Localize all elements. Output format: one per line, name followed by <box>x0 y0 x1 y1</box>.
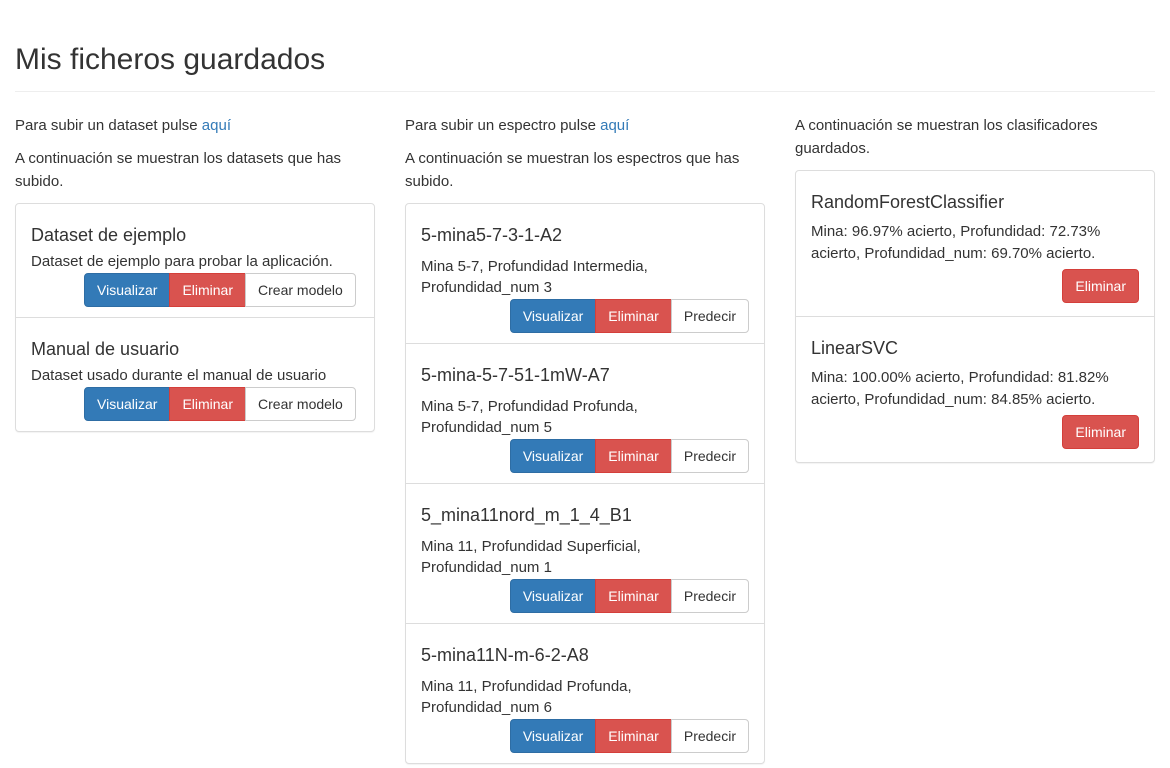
datasets-upload-text: Para subir un dataset pulse aquí <box>15 114 375 137</box>
spectra-upload-label: Para subir un espectro pulse <box>405 117 601 134</box>
datasets-upload-label: Para subir un dataset pulse <box>15 117 202 134</box>
visualize-button[interactable]: Visualizar <box>84 273 171 307</box>
spectrum-description: Mina 11, Profundidad Superficial, Profun… <box>421 538 641 576</box>
spectrum-title: 5-mina5-7-3-1-A2 <box>421 225 563 245</box>
delete-button[interactable]: Eliminar <box>595 299 672 333</box>
dataset-item: Manual de usuario Dataset usado durante … <box>16 317 374 431</box>
dataset-item: Dataset de ejemplo Dataset de ejemplo pa… <box>16 204 374 317</box>
delete-button[interactable]: Eliminar <box>1062 269 1139 303</box>
datasets-upload-link[interactable]: aquí <box>202 117 231 134</box>
page-title: Mis ficheros guardados <box>15 43 326 76</box>
classifier-item: RandomForestClassifier Mina: 96.97% acie… <box>796 171 1154 316</box>
spectrum-title: 5-mina-5-7-51-1mW-A7 <box>421 365 610 385</box>
spectra-intro: A continuación se muestran los espectros… <box>405 150 740 190</box>
spectrum-description: Mina 5-7, Profundidad Profunda, Profundi… <box>421 398 638 436</box>
predict-button[interactable]: Predecir <box>670 719 749 753</box>
delete-button[interactable]: Eliminar <box>169 387 247 421</box>
visualize-button[interactable]: Visualizar <box>509 299 597 333</box>
datasets-panel: Dataset de ejemplo Dataset de ejemplo pa… <box>15 203 375 432</box>
spectrum-description: Mina 11, Profundidad Profunda, Profundid… <box>421 678 632 716</box>
spectrum-title: 5_mina11nord_m_1_4_B1 <box>421 505 632 525</box>
classifier-description: Mina: 100.00% acierto, Profundidad: 81.8… <box>811 369 1109 408</box>
dataset-description: Dataset de ejemplo para probar la aplica… <box>31 253 333 270</box>
dataset-title: Dataset de ejemplo <box>31 225 187 245</box>
spectrum-description: Mina 5-7, Profundidad Intermedia, Profun… <box>421 258 648 296</box>
spectrum-item: 5-mina-5-7-51-1mW-A7 Mina 5-7, Profundid… <box>406 343 764 483</box>
dataset-description: Dataset usado durante el manual de usuar… <box>31 367 327 384</box>
classifier-description: Mina: 96.97% acierto, Profundidad: 72.73… <box>811 223 1101 262</box>
spectrum-item: 5-mina5-7-3-1-A2 Mina 5-7, Profundidad I… <box>406 204 764 343</box>
spectra-upload-text: Para subir un espectro pulse aquí <box>405 114 765 137</box>
visualize-button[interactable]: Visualizar <box>509 719 597 753</box>
visualize-button[interactable]: Visualizar <box>84 387 171 421</box>
spectrum-title: 5-mina11N-m-6-2-A8 <box>421 645 589 665</box>
create-model-button[interactable]: Crear modelo <box>245 387 356 421</box>
delete-button[interactable]: Eliminar <box>595 579 672 613</box>
spectra-column: Para subir un espectro pulse aquí A cont… <box>405 114 765 764</box>
classifier-title: LinearSVC <box>811 338 899 358</box>
delete-button[interactable]: Eliminar <box>595 439 672 473</box>
classifiers-intro: A continuación se muestran los clasifica… <box>795 117 1098 157</box>
title-divider <box>15 91 1155 92</box>
dataset-actions: Visualizar Eliminar Crear modelo <box>31 273 359 307</box>
spectrum-actions: Visualizar Eliminar Predecir <box>421 579 749 613</box>
visualize-button[interactable]: Visualizar <box>509 439 597 473</box>
predict-button[interactable]: Predecir <box>670 579 749 613</box>
spectrum-item: 5-mina11N-m-6-2-A8 Mina 11, Profundidad … <box>406 623 764 763</box>
spectra-upload-link[interactable]: aquí <box>600 117 629 134</box>
classifiers-panel: RandomForestClassifier Mina: 96.97% acie… <box>795 170 1155 463</box>
classifier-item: LinearSVC Mina: 100.00% acierto, Profund… <box>796 316 1154 462</box>
delete-button[interactable]: Eliminar <box>1062 415 1139 449</box>
delete-button[interactable]: Eliminar <box>595 719 672 753</box>
predict-button[interactable]: Predecir <box>670 299 749 333</box>
spectrum-actions: Visualizar Eliminar Predecir <box>421 299 749 333</box>
classifier-title: RandomForestClassifier <box>811 192 1005 212</box>
datasets-column: Para subir un dataset pulse aquí A conti… <box>15 114 375 432</box>
spectrum-item: 5_mina11nord_m_1_4_B1 Mina 11, Profundid… <box>406 483 764 623</box>
classifier-actions: Eliminar <box>811 415 1139 449</box>
create-model-button[interactable]: Crear modelo <box>245 273 356 307</box>
classifier-actions: Eliminar <box>811 269 1139 303</box>
classifiers-column: A continuación se muestran los clasifica… <box>795 114 1155 463</box>
dataset-title: Manual de usuario <box>31 339 180 359</box>
datasets-intro: A continuación se muestran los datasets … <box>15 150 342 190</box>
spectrum-actions: Visualizar Eliminar Predecir <box>421 719 749 753</box>
spectra-panel: 5-mina5-7-3-1-A2 Mina 5-7, Profundidad I… <box>405 203 765 764</box>
visualize-button[interactable]: Visualizar <box>509 579 597 613</box>
predict-button[interactable]: Predecir <box>670 439 749 473</box>
spectrum-actions: Visualizar Eliminar Predecir <box>421 439 749 473</box>
delete-button[interactable]: Eliminar <box>169 273 247 307</box>
dataset-actions: Visualizar Eliminar Crear modelo <box>31 387 359 421</box>
